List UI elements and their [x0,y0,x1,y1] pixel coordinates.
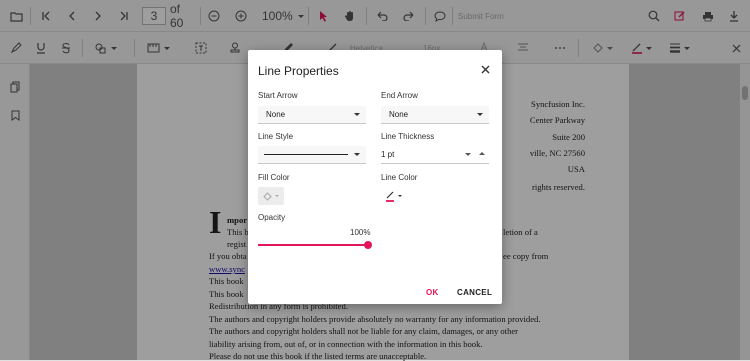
opacity-slider-thumb[interactable] [364,241,372,249]
line-style-label: Line Style [258,132,294,141]
start-arrow-label: Start Arrow [258,91,298,100]
line-color-picker[interactable] [381,187,407,205]
line-color-label: Line Color [381,173,418,182]
fill-color-label: Fill Color [258,173,290,182]
opacity-value: 100% [350,228,371,237]
dialog-title: Line Properties [258,64,339,78]
line-thickness-stepper[interactable]: 1 pt [381,146,489,164]
start-arrow-value: None [266,110,286,119]
line-thickness-label: Line Thickness [381,132,435,141]
end-arrow-value: None [389,110,409,119]
line-thickness-value: 1 pt [381,150,395,159]
opacity-label: Opacity [258,213,286,222]
chevron-down-icon [477,113,483,116]
cancel-button[interactable]: CANCEL [457,288,492,297]
end-arrow-dropdown[interactable]: None [381,106,489,124]
decrement-icon[interactable] [465,153,471,156]
pen-icon [386,191,394,202]
opacity-slider-fill [258,244,368,246]
start-arrow-dropdown[interactable]: None [258,106,366,124]
close-icon[interactable] [478,62,492,76]
line-properties-dialog: Line Properties Start Arrow None End Arr… [248,50,502,304]
line-style-dropdown[interactable] [258,146,366,164]
increment-icon[interactable] [479,152,485,155]
paint-bucket-icon [263,192,272,201]
chevron-down-icon [354,153,360,156]
ok-button[interactable]: OK [426,288,439,297]
solid-line-preview [264,154,348,155]
opacity-slider-track[interactable] [258,241,372,249]
end-arrow-label: End Arrow [381,91,418,100]
chevron-down-icon [354,113,360,116]
fill-color-picker[interactable] [258,187,284,205]
